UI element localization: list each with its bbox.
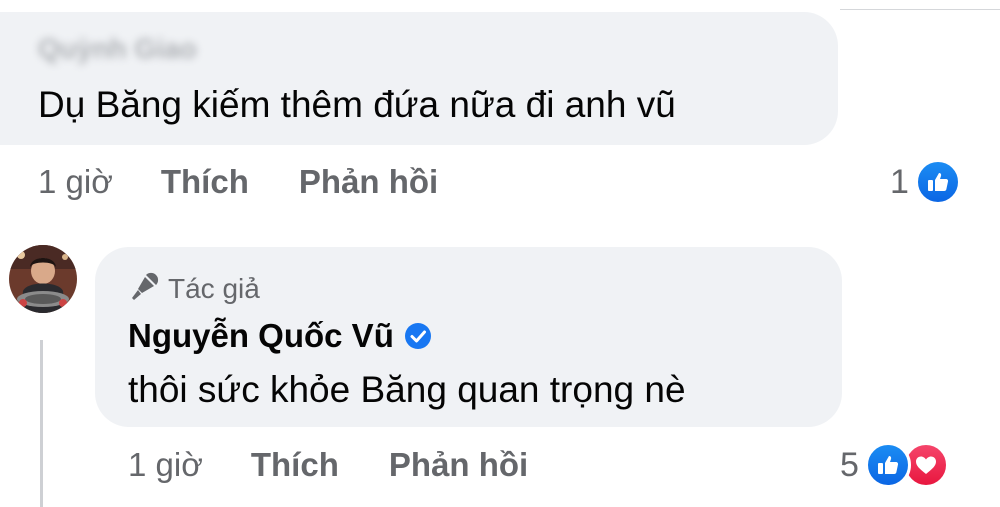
author-badge-label: Tác giả <box>168 273 260 304</box>
comment-author-blurred[interactable]: Quỳnh Giao <box>38 28 244 70</box>
reply-button[interactable]: Phản hồi <box>389 446 528 484</box>
like-button[interactable]: Thích <box>161 163 249 201</box>
microphone-icon <box>128 271 160 308</box>
reaction-summary[interactable]: 5 <box>840 442 949 488</box>
like-icon <box>914 159 961 205</box>
like-icon <box>864 442 911 488</box>
thread-connector <box>40 340 43 507</box>
comment-author-row: Nguyễn Quốc Vũ <box>128 313 432 359</box>
comment-timestamp[interactable]: 1 giờ <box>38 163 113 201</box>
comment-thread: Quỳnh Giao Dụ Băng kiếm thêm đứa nữa đi … <box>0 0 1000 507</box>
verified-badge-icon <box>404 322 432 350</box>
reaction-count: 1 <box>890 162 909 201</box>
divider <box>840 9 1000 10</box>
comment-timestamp[interactable]: 1 giờ <box>128 446 203 484</box>
author-badge: Tác giả <box>128 270 260 308</box>
comment-author[interactable]: Nguyễn Quốc Vũ <box>128 317 394 355</box>
reaction-summary[interactable]: 1 <box>890 159 961 205</box>
reply-button[interactable]: Phản hồi <box>299 163 438 201</box>
avatar[interactable] <box>9 245 77 313</box>
reaction-count: 5 <box>840 445 859 484</box>
comment-actions: 1 giờ Thích Phản hồi <box>128 443 528 487</box>
comment-actions: 1 giờ Thích Phản hồi <box>38 160 438 204</box>
like-button[interactable]: Thích <box>251 446 339 484</box>
comment-text: thôi sức khỏe Băng quan trọng nè <box>128 369 686 410</box>
comment-text: Dụ Băng kiếm thêm đứa nữa đi anh vũ <box>38 84 676 125</box>
